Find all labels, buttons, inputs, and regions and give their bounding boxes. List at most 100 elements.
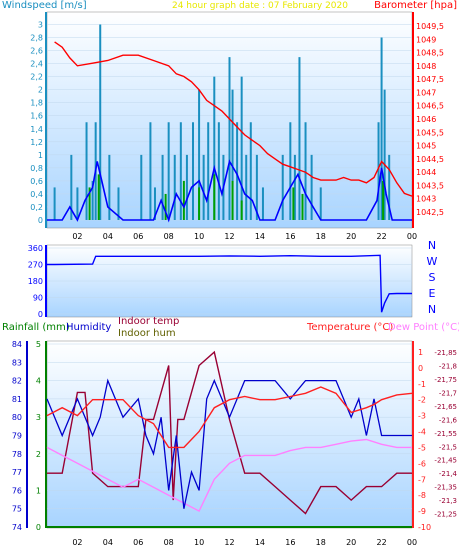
indoor-temp-tick-label: -21,55 (434, 430, 457, 438)
temperature-tick-label: 1 (418, 348, 423, 357)
barometer-tick-label: 1049 (416, 35, 436, 44)
temperature-tick-label: -6 (418, 459, 426, 468)
temperature-tick-label: -4 (418, 428, 426, 437)
x-tick-label: 08 (164, 538, 174, 547)
windspeed-tick-label: 1,2 (30, 138, 43, 147)
temperature-tick-label: -3 (418, 412, 426, 421)
x-tick-label: 16 (285, 538, 295, 547)
compass-label: S (429, 271, 436, 284)
rainfall-tick-label: 2 (36, 450, 41, 459)
humidity-label: Humidity (66, 322, 111, 333)
temp-plot-area (46, 340, 413, 529)
x-tick-label: 10 (194, 232, 204, 241)
barometer-tick-label: 1047,5 (416, 75, 444, 84)
temperature-tick-label: -10 (418, 523, 431, 532)
temperature-tick-label: -5 (418, 443, 426, 452)
barometer-tick-label: 1049,5 (416, 22, 444, 31)
windspeed-tick-label: 2,8 (30, 34, 43, 43)
weather-graphs: 24 hour graph date : 07 February 2020 Wi… (2, 0, 459, 547)
x-tick-label: 12 (224, 538, 234, 547)
windspeed-tick-label: 1,8 (30, 99, 43, 108)
x-tick-label: 00 (407, 538, 417, 547)
rainfall-axis-label: Rainfall (mm) (2, 322, 70, 333)
barometer-axis-label: Barometer [hpa] (374, 0, 457, 11)
windspeed-tick-label: 2,2 (30, 73, 43, 82)
rainfall-tick-label: 1 (36, 486, 41, 495)
x-tick-label: 22 (376, 232, 386, 241)
barometer-tick-label: 1045,5 (416, 128, 444, 137)
windspeed-tick-label: 0 (38, 216, 43, 225)
temperature-tick-label: -2 (418, 396, 426, 405)
windspeed-tick-label: 1,6 (30, 112, 43, 121)
indoor-temp-tick-label: -21,85 (434, 349, 457, 357)
indoor-temp-tick-label: -21,8 (439, 363, 457, 371)
x-tick-label: 06 (133, 232, 143, 241)
x-tick-label: 04 (103, 232, 113, 241)
x-tick-label: 22 (376, 538, 386, 547)
rainfall-tick-label: 3 (36, 413, 41, 422)
x-tick-label: 18 (316, 232, 326, 241)
barometer-tick-label: 1045 (416, 142, 436, 151)
indoor-temp-tick-label: -21,6 (439, 416, 458, 424)
barometer-tick-label: 1042,5 (416, 208, 444, 217)
x-tick-label: 02 (72, 232, 82, 241)
humidity-tick-label: 76 (12, 486, 22, 495)
temperature-tick-label: 0 (418, 364, 423, 373)
x-tick-label: 10 (194, 538, 204, 547)
direction-tick-label: 180 (28, 277, 43, 286)
indoor-temp-tick-label: -21,35 (434, 484, 457, 492)
indoor-hum-label: Indoor hum (118, 328, 176, 339)
rainfall-tick-label: 0 (36, 523, 41, 532)
humidity-tick-label: 79 (12, 432, 22, 441)
barometer-tick-label: 1044 (416, 168, 436, 177)
x-tick-label: 14 (255, 232, 265, 241)
indoor-temp-tick-label: -21,45 (434, 457, 457, 465)
compass-label: N (428, 303, 436, 316)
temperature-tick-label: -9 (418, 507, 426, 516)
rainfall-tick-label: 5 (36, 340, 41, 349)
temperature-tick-label: -8 (418, 491, 426, 500)
x-tick-label: 20 (346, 232, 356, 241)
windspeed-axis-label: Windspeed [m/s] (2, 0, 87, 11)
humidity-tick-label: 74 (12, 523, 22, 532)
humidity-tick-label: 75 (12, 505, 22, 514)
windspeed-tick-label: 0,8 (30, 164, 43, 173)
humidity-tick-label: 80 (12, 413, 22, 422)
indoor-temp-tick-label: -21,7 (439, 389, 457, 397)
barometer-tick-label: 1046,5 (416, 102, 444, 111)
humidity-tick-label: 83 (12, 358, 22, 367)
windspeed-tick-label: 0,6 (30, 177, 43, 186)
windspeed-tick-label: 0,2 (30, 203, 43, 212)
dew-point-label: Dew Point (°C) (388, 322, 459, 333)
x-tick-label: 08 (164, 232, 174, 241)
indoor-temp-label: Indoor temp (118, 316, 179, 327)
temperature-tick-label: -7 (418, 475, 426, 484)
barometer-tick-label: 1048,5 (416, 49, 444, 58)
x-tick-label: 02 (72, 538, 82, 547)
humidity-tick-label: 82 (12, 377, 22, 386)
barometer-tick-label: 1043 (416, 195, 436, 204)
x-tick-label: 00 (407, 232, 417, 241)
windspeed-tick-label: 3 (38, 21, 43, 30)
x-tick-label: 06 (133, 538, 143, 547)
x-tick-label: 04 (103, 538, 113, 547)
windspeed-tick-label: 2,4 (30, 60, 43, 69)
windspeed-tick-label: 1,4 (30, 125, 43, 134)
x-tick-label: 18 (316, 538, 326, 547)
windspeed-tick-label: 2 (38, 86, 43, 95)
temperature-tick-label: -1 (418, 380, 426, 389)
direction-tick-label: 360 (28, 244, 43, 253)
indoor-temp-tick-label: -21,65 (434, 403, 457, 411)
compass-label: N (428, 239, 436, 252)
humidity-tick-label: 84 (12, 340, 22, 349)
windspeed-tick-label: 0,4 (30, 190, 43, 199)
indoor-temp-tick-label: -21,25 (434, 511, 457, 519)
humidity-tick-label: 81 (12, 395, 22, 404)
compass-label: W (427, 255, 438, 268)
rainfall-tick-label: 4 (36, 377, 41, 386)
humidity-tick-label: 78 (12, 450, 22, 459)
chart-title: 24 hour graph date : 07 February 2020 (172, 1, 348, 11)
direction-tick-label: 0 (38, 310, 43, 319)
compass-label: E (429, 287, 436, 300)
x-tick-label: 20 (346, 538, 356, 547)
